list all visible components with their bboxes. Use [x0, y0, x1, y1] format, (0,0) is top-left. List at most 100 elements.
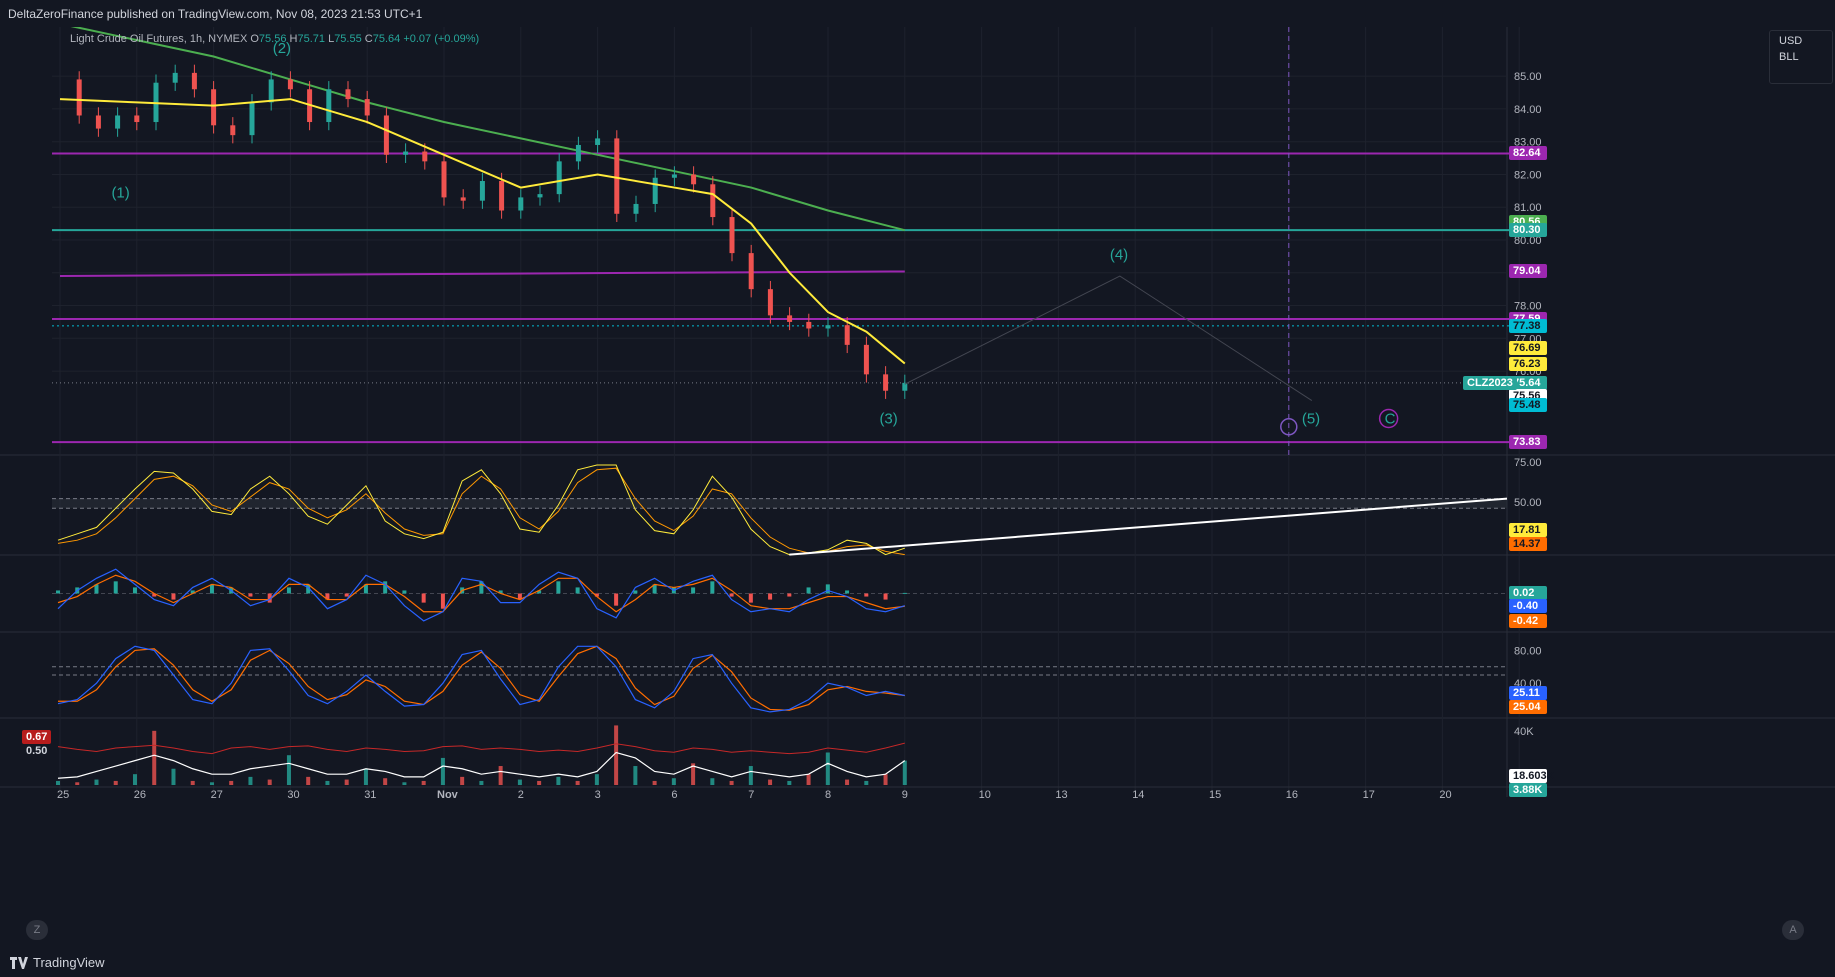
- volume-bar: [671, 778, 676, 785]
- rsi-tag: 14.37: [1509, 537, 1547, 551]
- candle-body: [134, 115, 140, 123]
- macd-histogram-bar: [806, 587, 811, 594]
- legend-change: +0.07 (+0.09%): [403, 33, 480, 45]
- candle-body: [460, 197, 466, 201]
- price-tag: 75.48: [1509, 398, 1547, 413]
- time-axis-tick: 14: [1132, 789, 1144, 801]
- volume-bar: [363, 768, 368, 785]
- currency-unit-box[interactable]: USD BLL: [1769, 30, 1833, 84]
- volume-bar: [537, 780, 542, 785]
- candle-body: [652, 177, 658, 204]
- time-axis-tick: 6: [671, 789, 677, 801]
- volume-bar: [421, 780, 426, 785]
- candle-body: [537, 194, 543, 198]
- price-axis-tick: 81.00: [1514, 202, 1542, 214]
- macd-tag: -0.40: [1509, 598, 1547, 613]
- ratio-tag: 0.50: [26, 745, 48, 757]
- price-axis-tick: 82.00: [1514, 169, 1542, 181]
- macd-histogram-bar: [710, 581, 715, 594]
- candle-body: [326, 89, 332, 123]
- volume-bar: [306, 776, 311, 785]
- zoom-z-button[interactable]: Z: [26, 920, 48, 940]
- legend-o-label: O: [250, 33, 259, 45]
- volume-bar: [56, 780, 60, 785]
- auto-scale-button[interactable]: A: [1782, 920, 1804, 940]
- stoch-d-line: [58, 645, 905, 711]
- time-axis-tick: 10: [979, 789, 991, 801]
- macd-line: [57, 568, 905, 622]
- candle-body: [383, 115, 389, 155]
- time-axis-tick: 20: [1439, 789, 1451, 801]
- time-axis-tick: 9: [902, 789, 908, 801]
- wave-label: (5): [1302, 411, 1320, 428]
- time-axis-tick: 2: [518, 789, 524, 801]
- candle-body: [249, 102, 255, 136]
- volume-bar: [633, 766, 638, 785]
- publisher-line: DeltaZeroFinance published on TradingVie…: [8, 7, 423, 21]
- candle-body: [710, 184, 716, 218]
- chart-area[interactable]: 85.0084.0083.0082.0081.0080.0079.0078.00…: [0, 22, 1835, 937]
- time-axis-tick: 30: [287, 789, 299, 801]
- price-tag: 82.64: [1509, 146, 1547, 161]
- candle-body: [556, 161, 562, 195]
- candle-body: [614, 138, 620, 214]
- time-axis-tick: 17: [1363, 789, 1375, 801]
- macd-histogram-bar: [787, 593, 792, 597]
- macd-histogram-bar: [768, 593, 773, 600]
- volume-bar: [825, 752, 830, 785]
- macd-histogram-bar: [171, 593, 176, 600]
- candle-body: [748, 253, 754, 290]
- time-axis-tick: 15: [1209, 789, 1221, 801]
- candle-body: [883, 374, 889, 391]
- volume-bar: [248, 776, 253, 785]
- volume-bar: [768, 779, 773, 785]
- bottom-bar: TradingView: [0, 948, 1835, 977]
- candle-body: [441, 161, 447, 198]
- candle-body: [691, 174, 697, 185]
- stoch-axis-tick: 80.00: [1514, 645, 1542, 657]
- volume-bar: [229, 780, 234, 785]
- volume-bar: [556, 776, 561, 785]
- macd-histogram-bar: [286, 587, 291, 594]
- volume-avg-tag: 18.603K: [1509, 768, 1555, 783]
- time-axis-tick: 3: [595, 789, 601, 801]
- stoch-tag: 25.04: [1509, 699, 1547, 714]
- macd-tag: 0.02: [1509, 585, 1547, 600]
- time-axis-tick: 25: [57, 789, 69, 801]
- candle-body: [479, 181, 485, 201]
- candle-body: [595, 138, 601, 145]
- candle-body: [863, 344, 869, 375]
- volume-bar: [594, 774, 599, 785]
- candle-body: [403, 151, 409, 155]
- tradingview-logo[interactable]: TradingView: [10, 955, 105, 970]
- price-axis-tick: 85.00: [1514, 71, 1542, 83]
- macd-histogram-bar: [113, 581, 118, 594]
- volume-bar: [729, 780, 734, 785]
- price-axis-tick: 84.00: [1514, 104, 1542, 116]
- ma-yellow-line: [59, 98, 906, 365]
- macd-histogram-bar: [729, 593, 734, 597]
- candle-body: [345, 89, 351, 100]
- macd-histogram-bar: [56, 590, 60, 594]
- legend-open: 75.56: [258, 33, 287, 45]
- candle-body: [671, 174, 677, 178]
- chart-svg[interactable]: 85.0084.0083.0082.0081.0080.0079.0078.00…: [0, 22, 1835, 937]
- macd-histogram-bar: [402, 590, 407, 594]
- volume-bar: [864, 780, 869, 785]
- unit-label[interactable]: BLL: [1770, 47, 1832, 63]
- tradingview-brand: TradingView: [33, 955, 105, 970]
- legend-symbol: Light Crude Oil Futures, 1h, NYMEX: [70, 33, 248, 45]
- legend-c-label: C: [364, 33, 373, 45]
- volume-bar: [748, 766, 753, 785]
- rsi-axis-tick: 50.00: [1514, 497, 1542, 509]
- candle-body: [767, 289, 773, 316]
- candle-body: [499, 181, 505, 211]
- rsi-axis-tick: 75.00: [1514, 457, 1542, 469]
- volume-tag: 3.88K: [1509, 782, 1547, 797]
- candle-body: [95, 115, 101, 129]
- volume-axis-tick: 40K: [1514, 726, 1534, 738]
- time-axis-tick: Nov: [437, 789, 459, 801]
- legend-low: 75.55: [334, 33, 362, 45]
- currency-label[interactable]: USD: [1770, 31, 1832, 47]
- macd-histogram-bar: [575, 587, 580, 594]
